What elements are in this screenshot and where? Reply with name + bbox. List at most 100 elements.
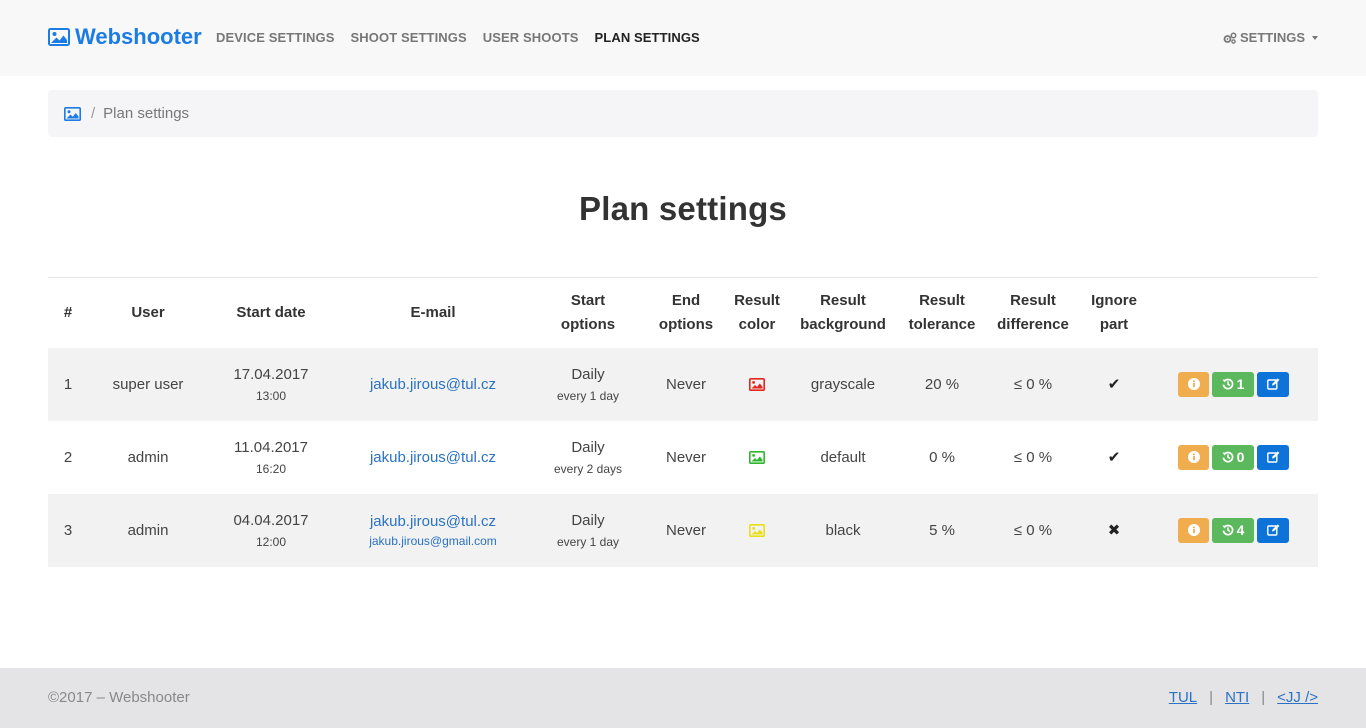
table-row: 1 super user 17.04.2017 13:00 jakub.jirou… — [48, 347, 1318, 421]
col-email: E-mail — [410, 303, 456, 321]
info-button[interactable] — [1178, 444, 1209, 470]
row-number: 3 — [63, 521, 73, 539]
col-number: # — [63, 303, 73, 321]
start-date: 04.04.2017 — [233, 511, 309, 529]
row-start-options: Daily every 1 day — [532, 348, 644, 421]
col-result-tolerance: Result tolerance — [908, 291, 976, 333]
edit-icon — [1266, 378, 1279, 390]
start-date: 11.04.2017 — [234, 438, 308, 456]
footer-separator: | — [1209, 689, 1214, 706]
row-number: 2 — [63, 448, 73, 466]
secondary-email-link[interactable]: jakub.jirous@gmail.com — [334, 534, 532, 548]
breadcrumb-separator: / — [91, 105, 96, 122]
image-icon — [749, 524, 765, 538]
nav-device-settings[interactable]: DEVICE SETTINGS — [216, 30, 335, 45]
history-icon — [1222, 378, 1233, 390]
footer-link-jj[interactable]: <JJ /> — [1277, 689, 1318, 706]
history-button[interactable]: 4 — [1212, 517, 1254, 543]
image-icon — [749, 378, 765, 392]
email-link[interactable]: jakub.jirous@tul.cz — [370, 449, 496, 466]
table-header-row: # User Start date E-mail Start options E… — [48, 277, 1318, 348]
row-email: jakub.jirous@tul.cz jakub.jirous@gmail.co… — [334, 494, 532, 567]
breadcrumb-current: Plan settings — [103, 105, 190, 122]
edit-button[interactable] — [1257, 517, 1289, 543]
edit-icon — [1266, 451, 1279, 463]
row-result-tolerance: 5 % — [929, 521, 955, 539]
row-result-difference: ≤ 0 % — [1013, 521, 1053, 539]
info-button[interactable] — [1178, 371, 1209, 397]
footer: ©2017 – Webshooter TUL | NTI | <JJ /> — [0, 668, 1366, 728]
check-icon: ✔ — [1107, 449, 1121, 466]
caret-down-icon — [1312, 35, 1318, 40]
breadcrumb: / Plan settings — [48, 90, 1318, 137]
row-result-tolerance: 20 % — [924, 375, 960, 393]
table-row: 3 admin 04.04.2017 12:00 jakub.jirous@tul… — [48, 493, 1318, 567]
row-result-color — [728, 494, 786, 567]
history-button[interactable]: 1 — [1212, 371, 1254, 397]
edit-button[interactable] — [1257, 371, 1289, 397]
table-row: 2 admin 11.04.2017 16:20 jakub.jirous@tul… — [48, 421, 1318, 494]
row-end-options: Never — [665, 448, 706, 466]
history-icon — [1222, 451, 1233, 463]
copyright: ©2017 – Webshooter — [48, 689, 190, 706]
col-end-options: End options — [658, 291, 714, 333]
start-interval: every 1 day — [556, 388, 620, 403]
start-time: 12:00 — [255, 534, 287, 549]
settings-dropdown[interactable]: SETTINGS — [1223, 30, 1318, 45]
start-interval: every 2 days — [553, 461, 623, 476]
email-link[interactable]: jakub.jirous@tul.cz — [370, 513, 496, 530]
col-start-date: Start date — [236, 303, 306, 321]
row-number: 1 — [63, 375, 73, 393]
col-actions — [1146, 278, 1318, 348]
row-user: admin — [127, 448, 169, 466]
settings-label: SETTINGS — [1239, 30, 1305, 45]
start-time: 13:00 — [255, 388, 287, 403]
edit-button[interactable] — [1257, 444, 1289, 470]
footer-separator: | — [1261, 689, 1266, 706]
row-actions: 0 — [1146, 421, 1318, 494]
nav-plan-settings[interactable]: PLAN SETTINGS — [595, 30, 700, 45]
col-result-background: Result background — [800, 291, 886, 333]
history-count: 1 — [1236, 376, 1245, 392]
col-result-difference: Result difference — [997, 291, 1069, 333]
row-start-options: Daily every 1 day — [532, 494, 644, 567]
row-actions: 1 — [1146, 348, 1318, 421]
footer-link-nti[interactable]: NTI — [1225, 689, 1249, 706]
check-icon: ✔ — [1107, 376, 1121, 393]
email-link[interactable]: jakub.jirous@tul.cz — [370, 376, 496, 393]
row-result-color — [728, 348, 786, 421]
row-result-background: default — [820, 448, 866, 466]
info-icon — [1187, 451, 1200, 463]
row-start-options: Daily every 2 days — [532, 421, 644, 494]
footer-links: TUL | NTI | <JJ /> — [1169, 689, 1318, 706]
brand-name: Webshooter — [75, 24, 202, 49]
history-count: 0 — [1236, 449, 1245, 465]
start-time: 16:20 — [255, 461, 287, 476]
history-button[interactable]: 0 — [1212, 444, 1254, 470]
col-result-color: Result color — [734, 291, 780, 333]
page-title: Plan settings — [579, 190, 787, 227]
row-result-difference: ≤ 0 % — [1013, 448, 1053, 466]
row-end-options: Never — [665, 521, 706, 539]
row-result-background: black — [825, 521, 861, 539]
col-ignore-part: Ignore part — [1091, 291, 1137, 333]
row-actions: 4 — [1146, 494, 1318, 567]
plan-settings-table: # User Start date E-mail Start options E… — [48, 277, 1318, 567]
nav-shoot-settings[interactable]: SHOOT SETTINGS — [351, 30, 467, 45]
footer-link-tul[interactable]: TUL — [1169, 689, 1197, 706]
navbar: Webshooter DEVICE SETTINGS SHOOT SETTING… — [0, 0, 1366, 76]
brand-link[interactable]: Webshooter — [48, 24, 202, 50]
row-result-tolerance: 0 % — [929, 448, 955, 466]
row-email: jakub.jirous@tul.cz — [334, 348, 532, 421]
row-result-difference: ≤ 0 % — [1013, 375, 1053, 393]
info-button[interactable] — [1178, 517, 1209, 543]
image-icon[interactable] — [64, 106, 81, 121]
row-start-date: 17.04.2017 13:00 — [208, 348, 334, 421]
row-user: admin — [127, 521, 169, 539]
history-icon — [1222, 524, 1233, 536]
start-interval: every 1 day — [556, 534, 620, 549]
start-date: 17.04.2017 — [233, 365, 309, 383]
row-user: super user — [112, 375, 184, 393]
image-icon — [48, 28, 70, 46]
nav-user-shoots[interactable]: USER SHOOTS — [483, 30, 579, 45]
